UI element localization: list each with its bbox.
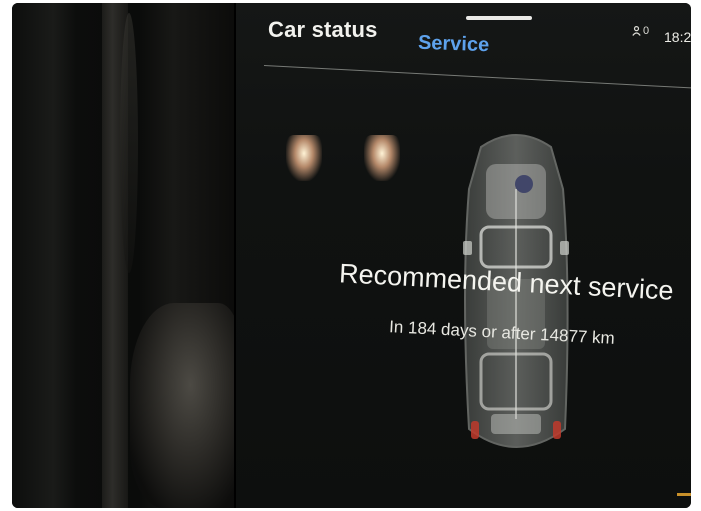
photo-of-car-display: Car status Service 0 18:23 xyxy=(12,3,691,508)
drag-handle[interactable] xyxy=(466,16,532,20)
cabin-light-reflection xyxy=(286,135,322,181)
screen-edge-mark xyxy=(677,493,691,496)
user-icon xyxy=(632,26,641,36)
tab-service[interactable]: Service xyxy=(418,32,490,57)
bezel-reflection xyxy=(120,13,138,273)
header-divider xyxy=(263,65,691,89)
cabin-light-reflection xyxy=(364,135,400,181)
seat-reflection xyxy=(130,303,240,508)
clock: 18:23 xyxy=(664,29,691,45)
tab-car-status[interactable]: Car status xyxy=(268,17,378,43)
infotainment-screen: Car status Service 0 18:23 xyxy=(234,3,691,508)
profile-count: 0 xyxy=(643,25,650,37)
profile-status[interactable]: 0 xyxy=(632,25,649,37)
